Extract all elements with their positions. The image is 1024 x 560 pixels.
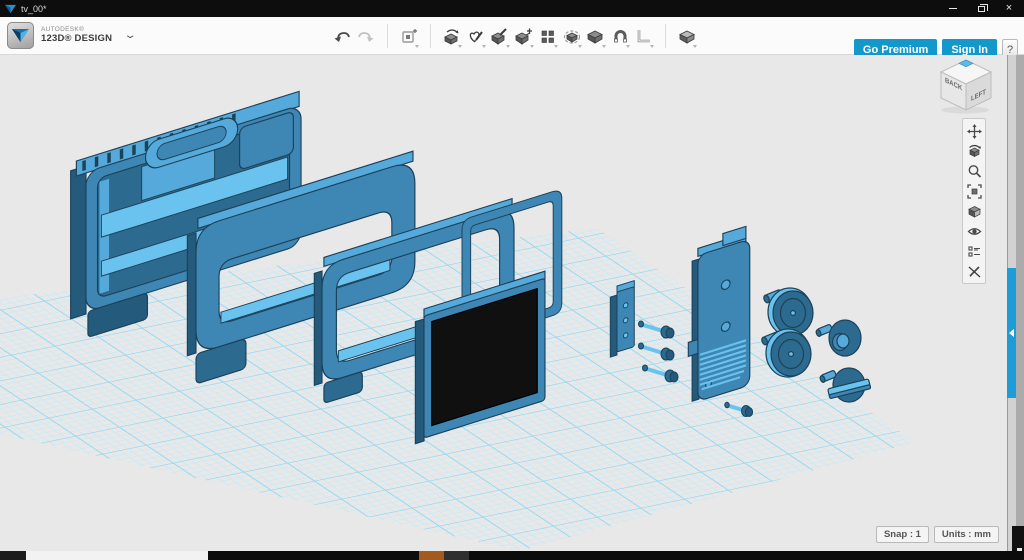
taskbar-segment	[26, 551, 208, 560]
part-knob-hub[interactable]	[815, 320, 861, 356]
minimize-icon[interactable]	[946, 2, 960, 15]
taskbar-segment	[208, 551, 419, 560]
pan-icon[interactable]	[964, 121, 984, 141]
pattern-icon[interactable]	[537, 23, 559, 49]
taskbar-segment-orange	[419, 551, 444, 560]
taskbar-segment	[444, 551, 469, 560]
toolbar-separator	[387, 24, 388, 48]
brand-text: AUTODESK® 123D® DESIGN	[41, 26, 112, 44]
sketch-visibility-icon[interactable]	[964, 261, 984, 281]
fit-view-icon[interactable]	[964, 181, 984, 201]
combine-icon[interactable]	[585, 23, 607, 49]
screen-edge-strip	[1016, 55, 1024, 560]
outline-list-icon[interactable]	[964, 241, 984, 261]
sketch-icon[interactable]	[465, 23, 487, 49]
zoom-icon[interactable]	[964, 161, 984, 181]
nav-toolbar	[962, 118, 986, 284]
grouping-icon[interactable]	[561, 23, 583, 49]
app-logo-small	[5, 4, 16, 14]
toolbar-separator	[430, 24, 431, 48]
exploded-model-scene	[0, 55, 1007, 551]
primitives-icon[interactable]	[398, 23, 420, 49]
maximize-icon[interactable]	[974, 2, 988, 15]
orbit-icon[interactable]	[964, 141, 984, 161]
undo-icon[interactable]	[331, 23, 353, 49]
material-icon[interactable]	[676, 23, 698, 49]
transform-icon[interactable]	[441, 23, 463, 49]
viewport-canvas[interactable]: BACK LEFT Snap : 1 Units : mm	[0, 55, 1007, 551]
units-setting[interactable]: Units : mm	[934, 526, 999, 543]
construct-icon[interactable]	[489, 23, 511, 49]
title-bar: tv_00* ×	[0, 0, 1024, 17]
part-side-panel[interactable]	[688, 225, 749, 404]
visibility-icon[interactable]	[964, 221, 984, 241]
taskbar-sliver	[0, 551, 1024, 560]
app-toolbar: AUTODESK® 123D® DESIGN ⌄	[0, 17, 1024, 55]
taskbar-segment	[0, 551, 26, 560]
modify-icon[interactable]	[513, 23, 535, 49]
view-cube-icon[interactable]	[964, 201, 984, 221]
app-menu[interactable]: AUTODESK® 123D® DESIGN ⌄	[7, 22, 135, 49]
chevron-left-icon	[1009, 329, 1014, 337]
measure-ruler-icon[interactable]	[633, 23, 655, 49]
window-title: tv_00*	[21, 4, 47, 14]
redo-icon[interactable]	[355, 23, 377, 49]
view-cube[interactable]: BACK LEFT	[935, 58, 997, 114]
toolbar-separator	[665, 24, 666, 48]
app-logo-icon	[7, 22, 34, 49]
close-icon[interactable]: ×	[1002, 2, 1016, 15]
slide-panel-tab[interactable]	[1007, 268, 1016, 398]
tool-strip	[330, 17, 699, 55]
brand-line2: 123D® DESIGN	[41, 34, 112, 45]
status-bar: Snap : 1 Units : mm	[876, 526, 999, 543]
chevron-down-icon[interactable]: ⌄	[124, 30, 137, 41]
snap-setting[interactable]: Snap : 1	[876, 526, 929, 543]
snap-magnet-icon[interactable]	[609, 23, 631, 49]
